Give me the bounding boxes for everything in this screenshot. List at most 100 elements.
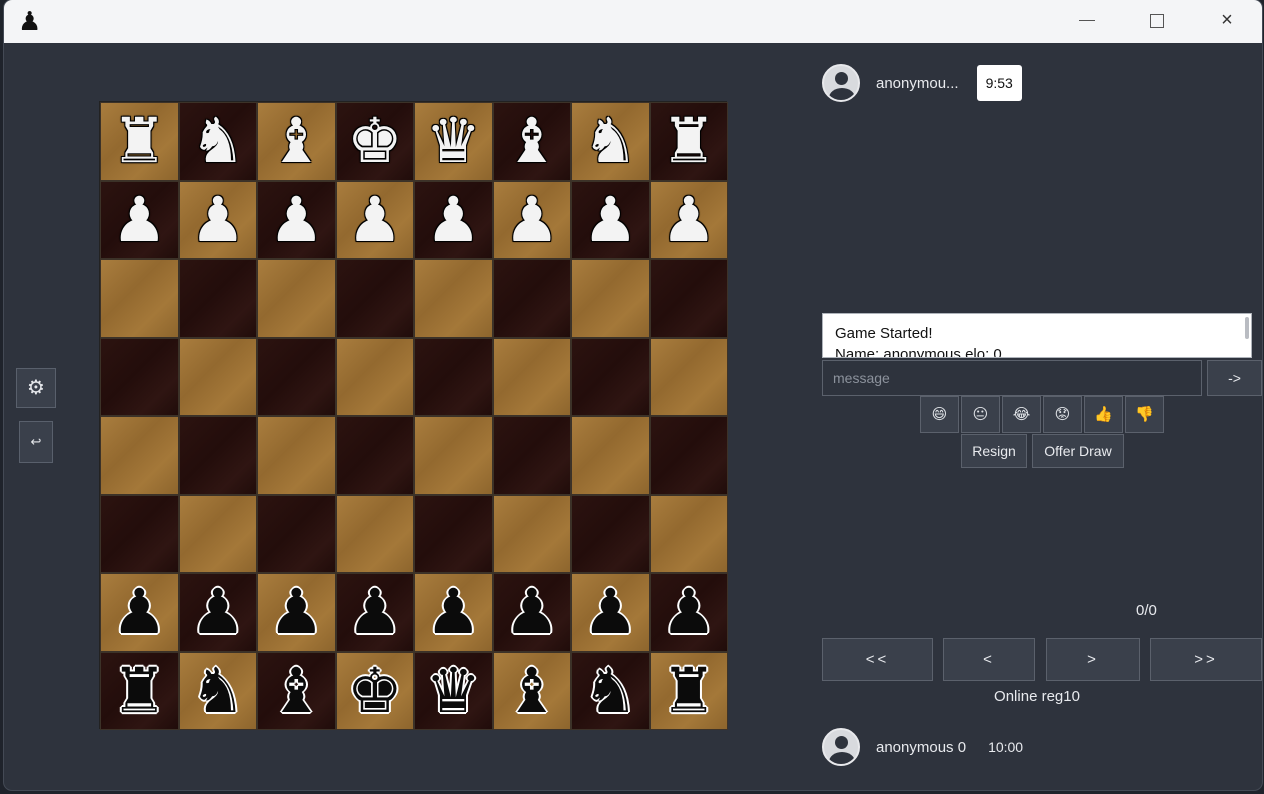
emoji-button[interactable]: 😟 <box>1043 396 1082 433</box>
close-button[interactable]: × <box>1192 0 1262 43</box>
white-pawn-piece[interactable]: ♟ <box>582 188 638 251</box>
board-square[interactable] <box>414 494 493 573</box>
board-square[interactable]: ♞ <box>178 651 257 730</box>
board-square[interactable]: ♝ <box>257 102 336 181</box>
board-square[interactable] <box>414 337 493 416</box>
board-square[interactable] <box>335 416 414 495</box>
board-square[interactable]: ♜ <box>649 651 728 730</box>
white-pawn-piece[interactable]: ♟ <box>661 188 717 251</box>
emoji-button[interactable]: 😂 <box>1002 396 1041 433</box>
black-pawn-piece[interactable]: ♟ <box>582 581 638 643</box>
board-square[interactable]: ♟ <box>649 180 728 259</box>
board-square[interactable]: ♟ <box>335 573 414 652</box>
white-pawn-piece[interactable]: ♟ <box>268 188 324 251</box>
board-square[interactable] <box>335 259 414 338</box>
offer-draw-button[interactable]: Offer Draw <box>1032 434 1124 468</box>
board-square[interactable] <box>649 494 728 573</box>
board-square[interactable] <box>178 416 257 495</box>
white-king-piece[interactable]: ♚ <box>347 110 403 172</box>
white-rook-piece[interactable]: ♜ <box>661 110 717 172</box>
black-king-piece[interactable]: ♚ <box>347 659 403 722</box>
black-knight-piece[interactable]: ♞ <box>582 659 638 722</box>
black-pawn-piece[interactable]: ♟ <box>347 581 403 643</box>
board-square[interactable] <box>492 337 571 416</box>
black-rook-piece[interactable]: ♜ <box>661 659 717 722</box>
board-square[interactable]: ♟ <box>649 573 728 652</box>
black-pawn-piece[interactable]: ♟ <box>190 581 246 643</box>
emoji-button[interactable]: 😐 <box>961 396 1000 433</box>
board-square[interactable]: ♟ <box>492 573 571 652</box>
chat-scrollbar[interactable] <box>1245 317 1249 339</box>
board-square[interactable] <box>414 416 493 495</box>
board-square[interactable]: ♟ <box>414 573 493 652</box>
white-bishop-piece[interactable]: ♝ <box>504 110 560 172</box>
black-queen-piece[interactable]: ♛ <box>425 659 481 722</box>
last-move-button[interactable]: >> <box>1150 638 1262 681</box>
white-pawn-piece[interactable]: ♟ <box>425 188 481 251</box>
board-square[interactable]: ♟ <box>100 573 179 652</box>
board-square[interactable] <box>571 416 650 495</box>
board-square[interactable]: ♚ <box>335 102 414 181</box>
black-bishop-piece[interactable]: ♝ <box>504 659 560 722</box>
board-square[interactable]: ♚ <box>335 651 414 730</box>
resign-button[interactable]: Resign <box>961 434 1027 468</box>
message-input[interactable] <box>822 360 1202 396</box>
board-square[interactable] <box>649 416 728 495</box>
board-square[interactable] <box>335 337 414 416</box>
settings-button[interactable]: ⚙ <box>16 368 56 408</box>
board-square[interactable] <box>414 259 493 338</box>
board-square[interactable] <box>492 259 571 338</box>
maximize-button[interactable] <box>1122 0 1192 43</box>
board-square[interactable] <box>571 259 650 338</box>
chess-board[interactable]: ♜ ♞ ♝ ♚ ♛ ♝ ♞ ♜ ♟ ♟ ♟ ♟ ♟ ♟ ♟ ♟ ♟ ♟ ♟ ♟ ♟ ♟ ♟ ♟ ♜ ♞ ♝ ♚ ♛ ♝ ♞ ♜ <box>99 101 728 730</box>
previous-move-button[interactable]: < <box>943 638 1035 681</box>
emoji-button[interactable]: 👍 <box>1084 396 1123 433</box>
board-square[interactable] <box>178 259 257 338</box>
board-square[interactable] <box>178 494 257 573</box>
board-square[interactable]: ♞ <box>571 102 650 181</box>
black-knight-piece[interactable]: ♞ <box>190 659 246 722</box>
board-square[interactable] <box>492 416 571 495</box>
board-square[interactable]: ♝ <box>257 651 336 730</box>
white-bishop-piece[interactable]: ♝ <box>268 110 324 172</box>
white-knight-piece[interactable]: ♞ <box>190 110 246 172</box>
board-square[interactable] <box>257 259 336 338</box>
board-square[interactable] <box>649 259 728 338</box>
white-knight-piece[interactable]: ♞ <box>582 110 638 172</box>
board-square[interactable] <box>257 494 336 573</box>
board-square[interactable]: ♜ <box>100 102 179 181</box>
board-square[interactable]: ♟ <box>335 180 414 259</box>
white-rook-piece[interactable]: ♜ <box>111 110 167 172</box>
black-rook-piece[interactable]: ♜ <box>111 659 167 722</box>
board-square[interactable] <box>257 337 336 416</box>
board-square[interactable] <box>571 494 650 573</box>
black-pawn-piece[interactable]: ♟ <box>425 581 481 643</box>
board-square[interactable] <box>100 416 179 495</box>
board-square[interactable]: ♛ <box>414 651 493 730</box>
white-pawn-piece[interactable]: ♟ <box>504 188 560 251</box>
black-pawn-piece[interactable]: ♟ <box>504 581 560 643</box>
board-square[interactable]: ♟ <box>257 180 336 259</box>
board-square[interactable]: ♝ <box>492 102 571 181</box>
board-square[interactable] <box>100 259 179 338</box>
board-square[interactable] <box>178 337 257 416</box>
board-square[interactable]: ♜ <box>649 102 728 181</box>
board-square[interactable]: ♟ <box>571 180 650 259</box>
emoji-button[interactable]: 😄 <box>920 396 959 433</box>
white-pawn-piece[interactable]: ♟ <box>347 188 403 251</box>
board-square[interactable] <box>649 337 728 416</box>
board-square[interactable]: ♜ <box>100 651 179 730</box>
black-pawn-piece[interactable]: ♟ <box>268 581 324 643</box>
board-square[interactable]: ♟ <box>178 180 257 259</box>
board-square[interactable]: ♞ <box>178 102 257 181</box>
board-square[interactable]: ♝ <box>492 651 571 730</box>
board-square[interactable]: ♟ <box>571 573 650 652</box>
first-move-button[interactable]: << <box>822 638 933 681</box>
board-square[interactable] <box>571 337 650 416</box>
board-square[interactable]: ♟ <box>100 180 179 259</box>
board-square[interactable]: ♟ <box>257 573 336 652</box>
board-square[interactable] <box>335 494 414 573</box>
board-square[interactable] <box>100 494 179 573</box>
emoji-button[interactable]: 👎 <box>1125 396 1164 433</box>
white-pawn-piece[interactable]: ♟ <box>190 188 246 251</box>
